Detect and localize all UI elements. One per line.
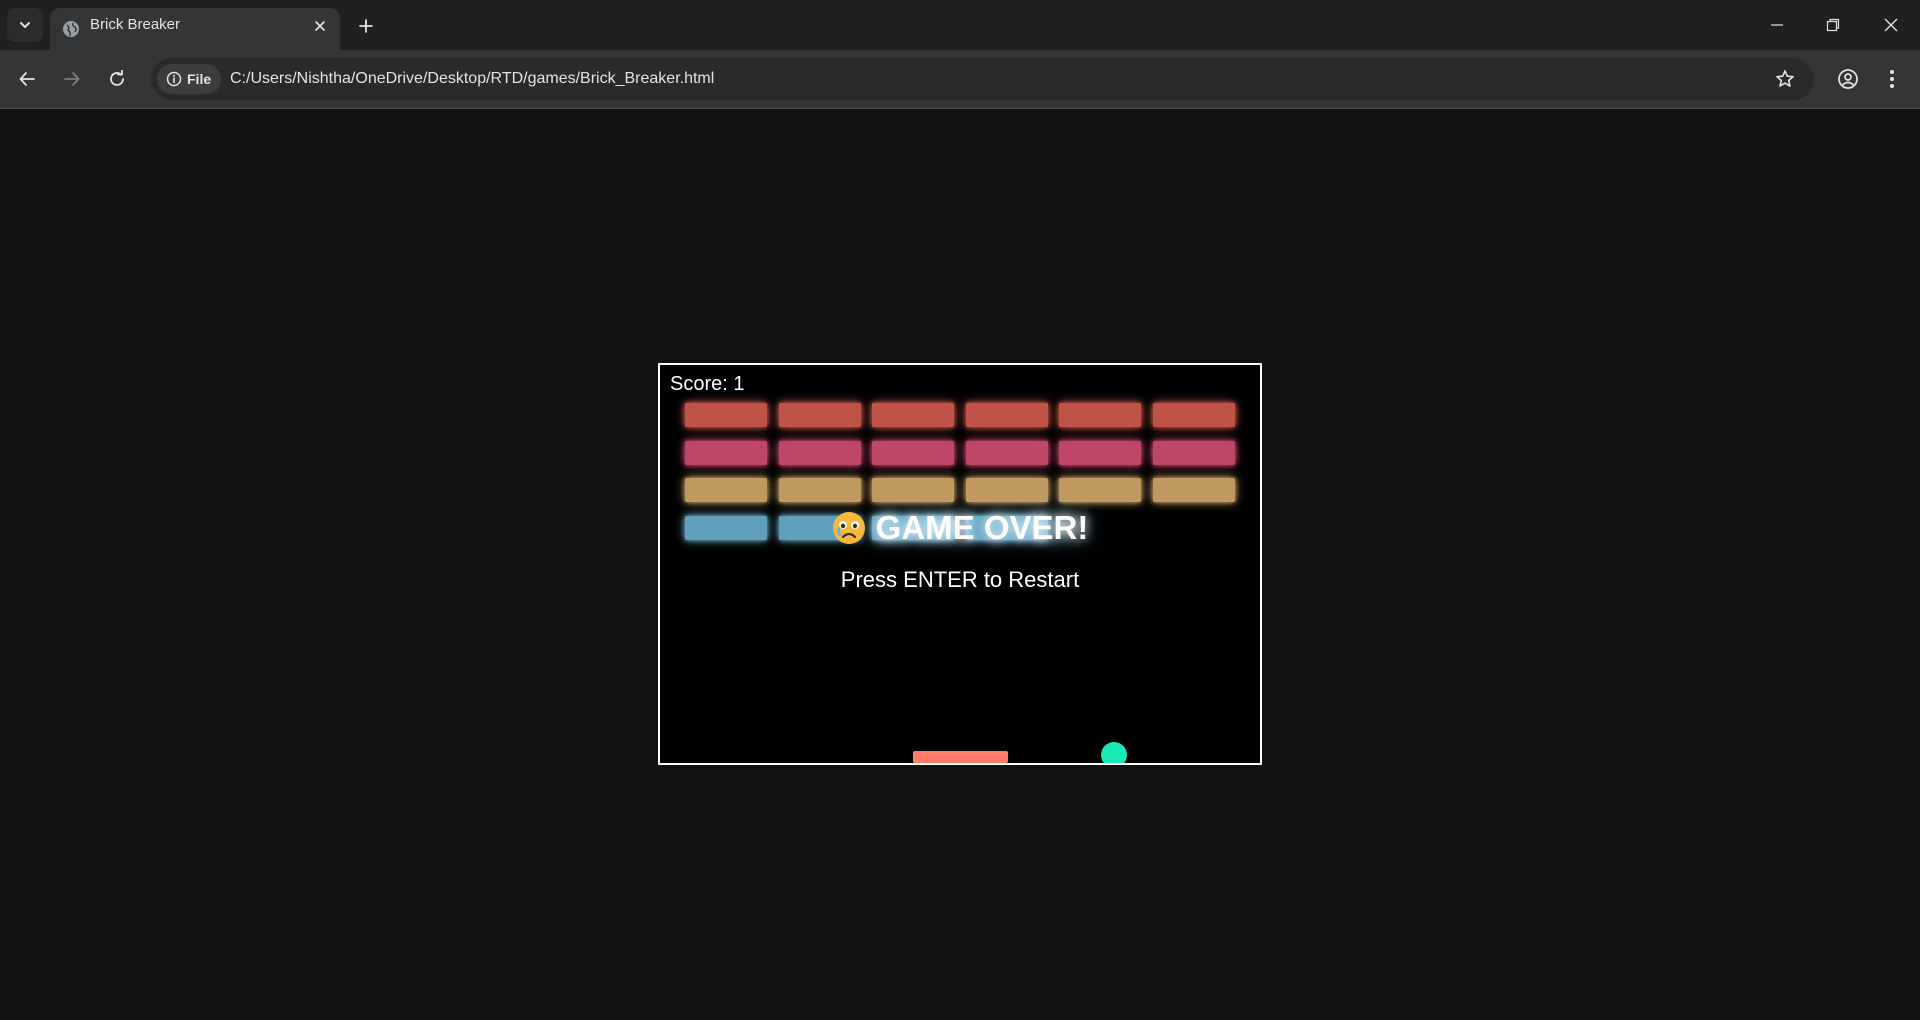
- browser-toolbar: File C:/Users/Nishtha/OneDrive/Desktop/R…: [0, 50, 1920, 109]
- close-window-button[interactable]: [1876, 10, 1906, 40]
- brick: [685, 403, 767, 427]
- brick: [778, 440, 861, 465]
- plus-icon: [359, 19, 373, 33]
- minimize-icon: [1771, 24, 1783, 26]
- account-icon: [1838, 69, 1858, 89]
- site-info-button[interactable]: File: [157, 64, 221, 94]
- brick: [685, 478, 767, 502]
- back-button[interactable]: [11, 63, 43, 95]
- forward-button[interactable]: [56, 63, 88, 95]
- brick: [778, 403, 861, 427]
- close-icon: [1884, 18, 1898, 32]
- brick: [965, 478, 1048, 502]
- tab-strip: Brick Breaker: [0, 0, 1920, 50]
- bookmark-button[interactable]: [1774, 68, 1796, 90]
- brick: [872, 478, 954, 502]
- score-display: Score: 1: [670, 373, 745, 395]
- brick: [965, 440, 1048, 465]
- restart-instruction: Press ENTER to Restart: [840, 567, 1080, 592]
- chevron-down-icon: [20, 22, 30, 28]
- arrow-left-icon: [19, 72, 35, 86]
- game-over-banner: GAME OVER!: [660, 509, 1260, 547]
- restore-icon: [1826, 18, 1840, 32]
- url-text[interactable]: C:/Users/Nishtha/OneDrive/Desktop/RTD/ga…: [230, 58, 714, 100]
- game-over-text: GAME OVER!: [875, 509, 1089, 546]
- brick: [778, 478, 861, 502]
- globe-icon: [63, 21, 79, 37]
- game-canvas[interactable]: Score: 1 GAME OVER! Press ENTER to Resta…: [658, 363, 1262, 765]
- info-icon: [166, 71, 182, 87]
- star-icon: [1776, 70, 1794, 87]
- more-vertical-icon: [1890, 70, 1894, 88]
- file-chip-label: File: [187, 71, 212, 87]
- brick: [1059, 440, 1141, 465]
- close-icon: [315, 21, 325, 31]
- reload-button[interactable]: [101, 63, 133, 95]
- brick: [965, 403, 1048, 427]
- browser-menu-button[interactable]: [1876, 63, 1908, 95]
- ball: [1101, 742, 1127, 763]
- paddle: [913, 751, 1008, 763]
- brick: [1059, 403, 1141, 427]
- arrow-right-icon: [64, 72, 80, 86]
- new-tab-button[interactable]: [352, 12, 380, 40]
- brick: [1059, 478, 1141, 502]
- brick: [1152, 403, 1235, 427]
- brick: [685, 440, 767, 465]
- brick: [872, 440, 954, 465]
- restore-button[interactable]: [1818, 10, 1848, 40]
- brick: [1152, 478, 1235, 502]
- tab-search-button[interactable]: [7, 8, 43, 42]
- minimize-button[interactable]: [1762, 10, 1792, 40]
- profile-button[interactable]: [1832, 63, 1864, 95]
- sad-face-emoji-icon: [832, 512, 865, 544]
- address-bar[interactable]: File C:/Users/Nishtha/OneDrive/Desktop/R…: [151, 58, 1814, 100]
- reload-icon: [110, 70, 124, 86]
- active-tab[interactable]: Brick Breaker: [50, 8, 340, 50]
- brick: [872, 403, 954, 427]
- tab-title: Brick Breaker: [90, 16, 181, 33]
- brick: [1152, 440, 1235, 465]
- tab-close-button[interactable]: [310, 16, 330, 36]
